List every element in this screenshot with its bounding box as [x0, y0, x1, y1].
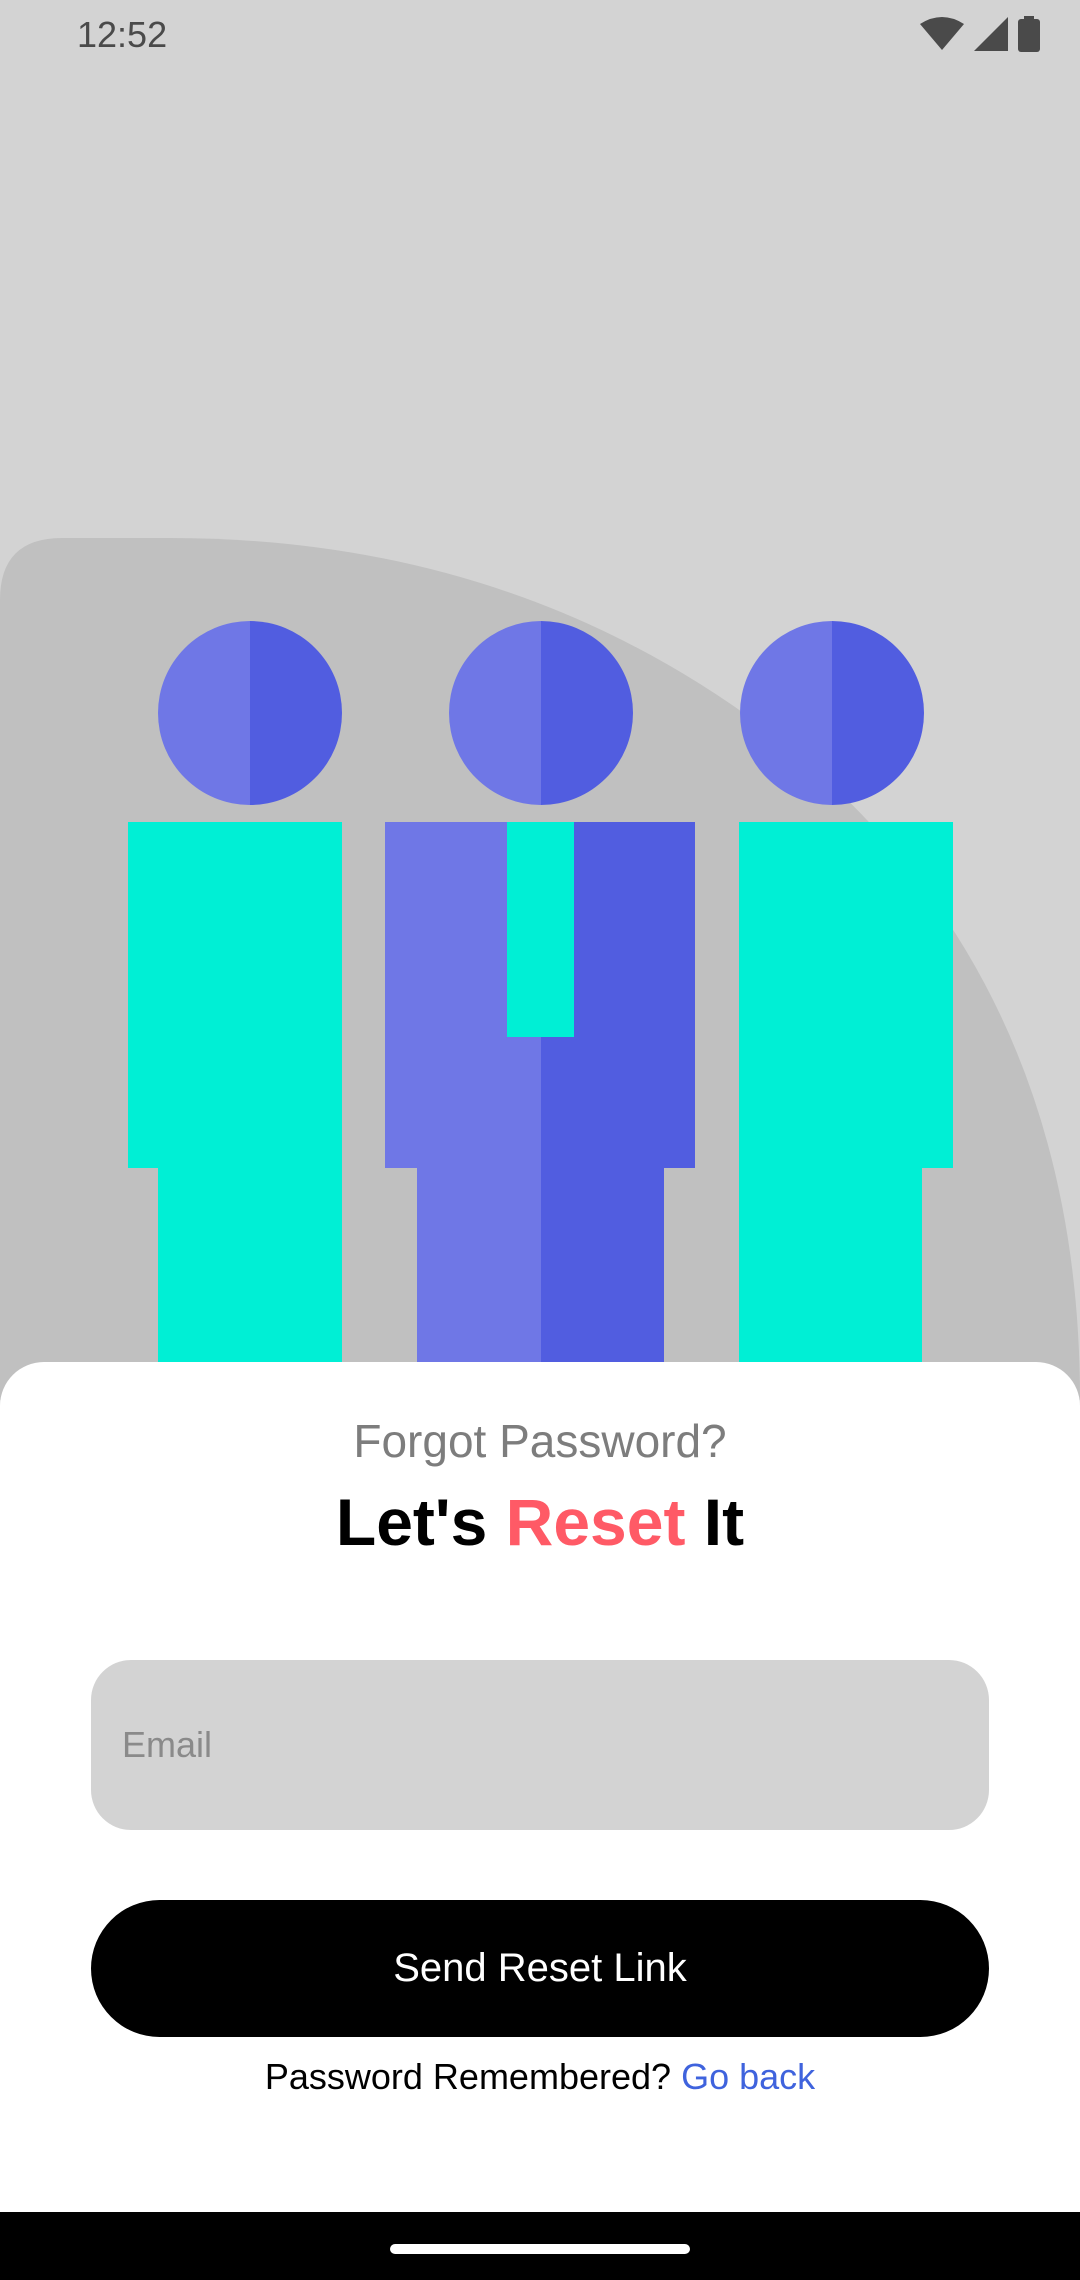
status-bar: 12:52	[0, 0, 1080, 70]
email-field[interactable]	[91, 1660, 989, 1830]
battery-icon	[1018, 16, 1040, 52]
password-remembered-line: Password Remembered? Go back	[0, 2056, 1080, 2098]
reset-password-sheet: Forgot Password? Let's Reset It Send Res…	[0, 1362, 1080, 2212]
wifi-icon	[920, 17, 964, 50]
title-part-1: Let's	[335, 1485, 488, 1559]
go-back-link[interactable]: Go back	[681, 2056, 815, 2097]
person-right	[739, 621, 953, 1400]
reset-title: Let's Reset It	[0, 1484, 1080, 1560]
status-icons	[920, 16, 1040, 52]
title-accent: Reset	[505, 1485, 686, 1559]
cellular-signal-icon	[974, 17, 1008, 51]
send-reset-link-button[interactable]: Send Reset Link	[91, 1900, 989, 2037]
password-remembered-text: Password Remembered?	[264, 2056, 672, 2097]
three-people-illustration	[0, 538, 1080, 1400]
home-indicator[interactable]	[390, 2244, 690, 2254]
forgot-password-subtitle: Forgot Password?	[353, 1415, 727, 1467]
title-part-2: It	[703, 1485, 745, 1559]
status-time: 12:52	[77, 14, 168, 55]
system-navigation-bar	[0, 2212, 1080, 2280]
